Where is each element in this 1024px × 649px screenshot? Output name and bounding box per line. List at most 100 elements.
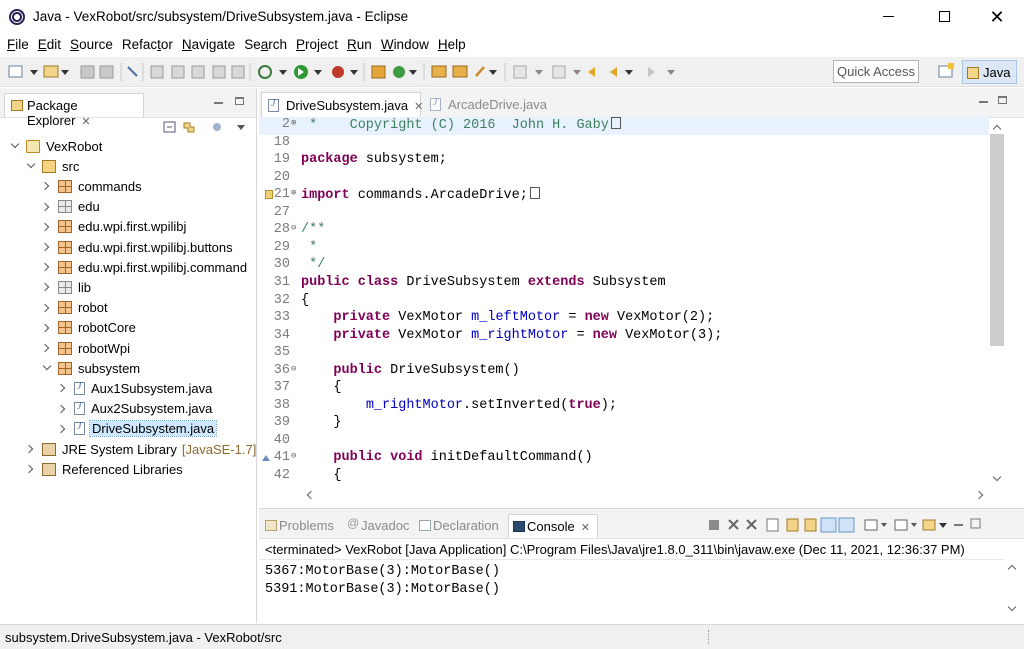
tree-item[interactable]: subsystem — [42, 358, 141, 378]
line-number: 42 — [273, 468, 290, 483]
menu-item[interactable]: Navigate — [178, 37, 239, 52]
menu-item[interactable]: Source — [66, 37, 117, 52]
chevron-right-icon[interactable] — [42, 344, 51, 353]
tab-drivesubsystem-java[interactable]: DriveSubsystem.java ✕ — [261, 92, 423, 118]
console-toolbar[interactable] — [705, 515, 985, 535]
save-icon — [80, 65, 95, 79]
menu-item[interactable]: Help — [434, 37, 470, 52]
chevron-down-icon[interactable] — [26, 162, 35, 171]
chevron-right-icon[interactable] — [42, 263, 51, 272]
chevron-right-icon[interactable] — [42, 303, 51, 312]
chevron-right-icon[interactable] — [42, 283, 51, 292]
tree-item[interactable]: VexRobot — [10, 136, 103, 156]
scroll-up-icon[interactable] — [1006, 561, 1018, 573]
quick-access-input[interactable]: Quick Access — [833, 60, 919, 83]
collapse-fold-icon[interactable]: ⊖ — [291, 451, 296, 461]
annotation-next-icon — [513, 65, 527, 79]
tab-problems[interactable]: Problems — [261, 514, 343, 538]
overview-ruler — [1006, 119, 1022, 489]
code-line: 42 { — [259, 468, 989, 486]
tree-item[interactable]: robot — [42, 298, 109, 318]
chevron-right-icon[interactable] — [58, 384, 67, 393]
console-vertical-scrollbar[interactable] — [1004, 559, 1020, 619]
maximize-button[interactable] — [921, 0, 967, 33]
tree-item[interactable]: robotWpi — [42, 338, 131, 358]
chevron-down-icon[interactable] — [10, 142, 19, 151]
tree-item[interactable]: robotCore — [42, 318, 137, 338]
tree-item[interactable]: edu.wpi.first.wpilibj.command — [42, 257, 248, 277]
toolbar-icons[interactable] — [0, 57, 830, 87]
tree-item[interactable]: commands — [42, 176, 143, 196]
scroll-down-icon[interactable] — [991, 473, 1003, 485]
maximize-editor-icon[interactable] — [998, 96, 1007, 104]
scroll-thumb[interactable] — [990, 134, 1004, 346]
tree-item[interactable]: lib — [42, 277, 92, 297]
tree-item[interactable]: edu.wpi.first.wpilibj — [42, 217, 187, 237]
menu-item[interactable]: Search — [240, 37, 291, 52]
minimize-button[interactable] — [865, 0, 911, 33]
java-perspective-button[interactable]: Java — [962, 60, 1017, 84]
menu-item[interactable]: File — [3, 37, 33, 52]
scroll-right-icon[interactable] — [975, 489, 987, 501]
menu-item[interactable]: Run — [343, 37, 376, 52]
package-icon — [58, 341, 72, 355]
tab-console[interactable]: Console ✕ — [508, 514, 598, 538]
link-with-editor-icon — [183, 122, 195, 133]
menu-item[interactable]: Window — [377, 37, 433, 52]
tree-item[interactable]: src — [26, 156, 80, 176]
new-icon — [8, 65, 23, 78]
tab-declaration[interactable]: Declaration — [415, 514, 507, 538]
chevron-right-icon[interactable] — [42, 243, 51, 252]
code-editor[interactable]: 2 ⊕ * Copyright (C) 2016 John H. Gaby 18 19… — [259, 117, 989, 487]
menu-item[interactable]: Project — [292, 37, 342, 52]
chevron-right-icon[interactable] — [42, 323, 51, 332]
chevron-down-icon[interactable] — [42, 364, 51, 373]
chevron-right-icon[interactable] — [58, 424, 67, 433]
scroll-up-icon[interactable] — [991, 121, 1003, 133]
chevron-right-icon[interactable] — [42, 182, 51, 191]
close-tab-icon[interactable]: ✕ — [414, 101, 423, 113]
close-window-button[interactable]: ✕ — [974, 0, 1020, 33]
tree-item[interactable]: DriveSubsystem.java — [58, 419, 218, 439]
chevron-right-icon[interactable] — [42, 202, 51, 211]
tree-item[interactable]: Aux2Subsystem.java — [58, 399, 213, 419]
chevron-right-icon[interactable] — [58, 404, 67, 413]
tree-item[interactable]: edu — [42, 197, 101, 217]
expand-fold-icon[interactable]: ⊕ — [291, 118, 296, 128]
tab-package-explorer[interactable]: Package Explorer ✕ — [4, 93, 144, 128]
forward-icon — [648, 67, 655, 77]
tree-item[interactable]: JRE System Library [JavaSE-1.7] — [26, 439, 256, 459]
tab-label: DriveSubsystem.java — [286, 98, 409, 113]
close-tab-icon[interactable]: ✕ — [581, 522, 590, 534]
editor-vertical-scrollbar[interactable] — [989, 119, 1005, 489]
toggle-mark-icon — [127, 66, 138, 77]
menu-item[interactable]: Refactor — [118, 37, 177, 52]
tab-javadoc[interactable]: @ Javadoc — [343, 514, 415, 538]
chevron-right-icon[interactable] — [26, 445, 35, 454]
line-number: 41 — [273, 450, 290, 466]
console-tabbar: Problems @ Javadoc Declaration Console ✕ — [259, 509, 1024, 539]
expand-fold-icon[interactable]: ⊕ — [291, 188, 296, 198]
scroll-down-icon[interactable] — [1006, 603, 1018, 615]
close-tab-icon[interactable]: ✕ — [81, 116, 90, 128]
menu-item[interactable]: Edit — [34, 37, 65, 52]
package-explorer-icon — [11, 100, 23, 111]
tree-item[interactable]: Aux1Subsystem.java — [58, 378, 213, 398]
tree-item[interactable]: Referenced Libraries — [26, 459, 184, 479]
open-perspective-icon[interactable] — [937, 62, 957, 82]
collapse-fold-icon[interactable]: ⊖ — [291, 364, 296, 374]
minimize-editor-icon[interactable] — [979, 101, 988, 103]
chevron-right-icon[interactable] — [26, 465, 35, 474]
minimize-view-icon[interactable] — [214, 102, 223, 104]
open-task-icon — [452, 65, 468, 78]
collapse-fold-icon[interactable]: ⊖ — [291, 223, 296, 233]
folded-region-icon[interactable] — [529, 187, 540, 200]
tree-item[interactable]: edu.wpi.first.wpilibj.buttons — [42, 237, 234, 257]
line-number: 33 — [273, 310, 290, 326]
chevron-right-icon[interactable] — [42, 222, 51, 231]
maximize-view-icon[interactable] — [235, 97, 244, 105]
scroll-left-icon[interactable] — [303, 489, 315, 501]
tab-arcadedrive-java[interactable]: ArcadeDrive.java — [424, 92, 554, 118]
editor-horizontal-scrollbar[interactable] — [301, 487, 989, 503]
folded-region-icon[interactable] — [610, 117, 621, 129]
